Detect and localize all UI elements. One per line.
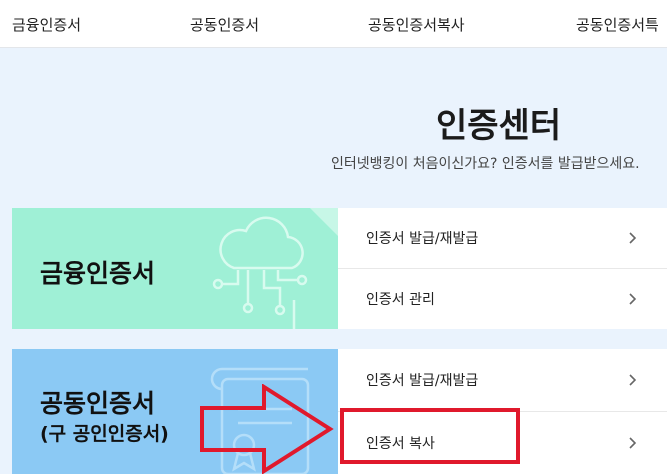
annotation-highlight-box [340,408,520,464]
financial-issue-reissue-link[interactable]: 인증서 발급/재발급 [338,208,667,269]
financial-manage-link[interactable]: 인증서 관리 [338,269,667,330]
chevron-right-icon [629,232,637,244]
cloud-network-icon [212,208,338,329]
chevron-right-icon [629,374,637,386]
page-subtitle: 인터넷뱅킹이 처음이신가요? 인증서를 발급받으세요. [331,156,640,172]
annotation-arrow [200,384,334,474]
page-title: 인증센터 [436,106,562,146]
chevron-right-icon [629,293,637,305]
tab-joint-certificate-special[interactable]: 공동인증서특 [576,14,659,35]
tab-financial-certificate[interactable]: 금융인증서 [12,14,81,35]
link-label: 인증서 발급/재발급 [366,372,479,389]
joint-certificate-title: 공동인증서 [40,389,156,418]
top-nav: 금융인증서 공동인증서 공동인증서복사 공동인증서특 [0,0,667,48]
link-label: 인증서 관리 [366,291,435,308]
joint-certificate-subtitle: (구 공인인증서) [40,423,169,445]
tab-joint-certificate[interactable]: 공동인증서 [190,14,259,35]
financial-certificate-card: 금융인증서 인증서 발급/재발급 인증서 관리 [12,208,667,329]
financial-certificate-links: 인증서 발급/재발급 인증서 관리 [338,208,667,329]
tab-joint-certificate-copy[interactable]: 공동인증서복사 [368,14,465,35]
joint-issue-reissue-link[interactable]: 인증서 발급/재발급 [338,349,667,412]
financial-certificate-banner: 금융인증서 [12,208,338,329]
chevron-right-icon [629,437,637,449]
financial-certificate-title: 금융인증서 [40,259,156,288]
link-label: 인증서 발급/재발급 [366,230,479,247]
